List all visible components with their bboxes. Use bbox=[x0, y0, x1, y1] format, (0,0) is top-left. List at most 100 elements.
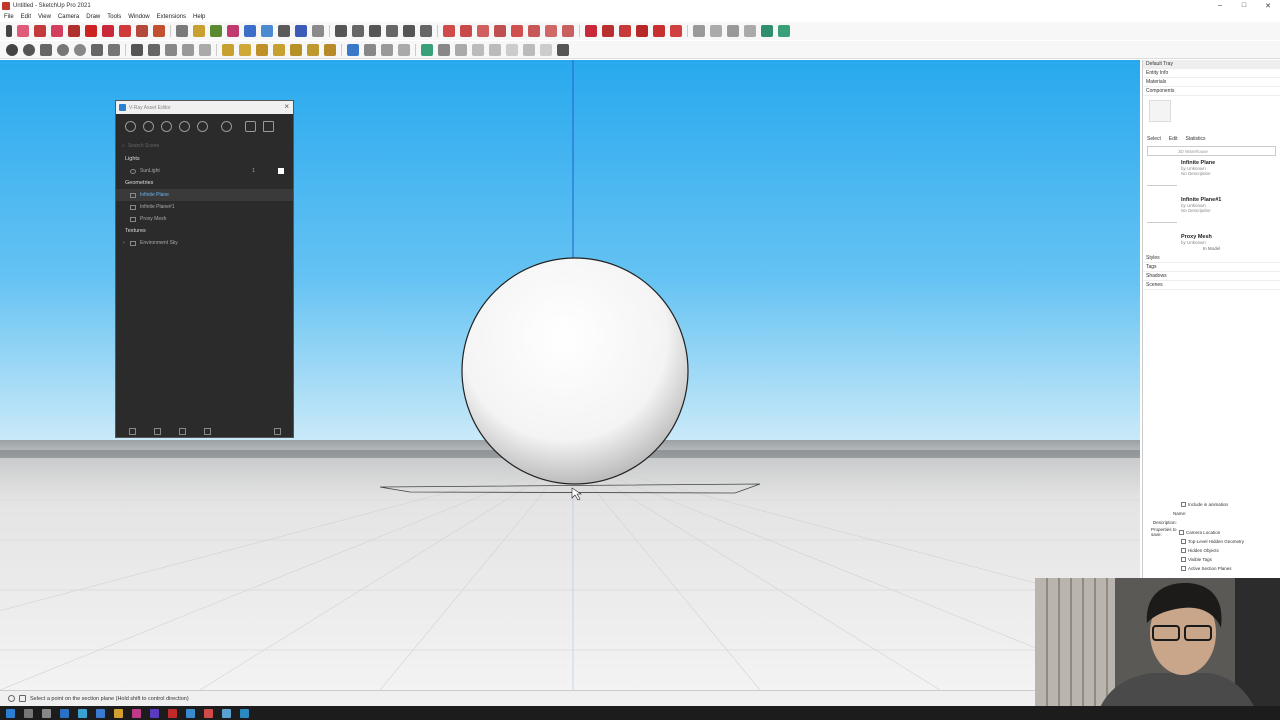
hidden-objects-checkbox[interactable] bbox=[1181, 548, 1186, 553]
sandbox-tool-icon[interactable] bbox=[460, 25, 472, 37]
app-icon[interactable] bbox=[186, 708, 195, 718]
trim-icon[interactable] bbox=[545, 25, 557, 37]
follow-me-tool-icon[interactable] bbox=[290, 43, 302, 56]
app-icon[interactable] bbox=[132, 708, 141, 718]
menu-extensions[interactable]: Extensions bbox=[157, 14, 186, 20]
drape-icon[interactable] bbox=[540, 43, 552, 56]
vray-asset-editor-icon[interactable] bbox=[636, 25, 648, 37]
geometry-icon[interactable] bbox=[161, 120, 172, 132]
union-icon[interactable] bbox=[511, 25, 523, 37]
explorer-icon[interactable] bbox=[60, 708, 69, 718]
front-view-icon[interactable] bbox=[369, 25, 381, 37]
section-plane-active-icon[interactable] bbox=[347, 43, 359, 56]
tab-statistics[interactable]: Statistics bbox=[1186, 136, 1206, 142]
close-icon[interactable]: × bbox=[284, 102, 289, 111]
menu-tools[interactable]: Tools bbox=[107, 14, 121, 20]
edge-icon[interactable] bbox=[78, 708, 87, 718]
zoom-tool-icon[interactable] bbox=[295, 25, 307, 37]
hidden-line-icon[interactable] bbox=[182, 43, 194, 56]
warehouse-icon[interactable] bbox=[421, 43, 433, 56]
panel-materials[interactable]: Materials bbox=[1143, 78, 1280, 87]
polygon-tool-icon[interactable] bbox=[273, 43, 285, 56]
sandbox-icon[interactable] bbox=[489, 43, 501, 56]
protractor-tool-icon[interactable] bbox=[307, 43, 319, 56]
light-toggle[interactable] bbox=[278, 168, 284, 174]
app-icon[interactable] bbox=[240, 708, 249, 718]
outer-shell-icon[interactable] bbox=[477, 25, 489, 37]
circle-tool-icon[interactable] bbox=[256, 43, 268, 56]
menu-help[interactable]: Help bbox=[193, 14, 205, 20]
geolocation-icon[interactable] bbox=[19, 695, 26, 702]
field-of-view-icon[interactable] bbox=[108, 43, 120, 56]
list-item-proxy-mesh[interactable]: Proxy Mesh bbox=[116, 213, 293, 225]
extension-warehouse-icon[interactable] bbox=[438, 43, 450, 56]
search-icon[interactable] bbox=[24, 708, 33, 718]
xray-icon[interactable] bbox=[131, 43, 143, 56]
app-icon[interactable] bbox=[150, 708, 159, 718]
position-camera-icon[interactable] bbox=[57, 43, 69, 56]
stamp-icon[interactable] bbox=[523, 43, 535, 56]
delete-icon[interactable] bbox=[204, 427, 211, 435]
refresh-icon[interactable] bbox=[129, 427, 136, 435]
next-view-icon[interactable] bbox=[91, 43, 103, 56]
vray-frame-buffer-icon[interactable] bbox=[619, 25, 631, 37]
lights-section-header[interactable]: Lights bbox=[116, 153, 293, 165]
close-button[interactable]: ✕ bbox=[1256, 0, 1280, 11]
display-section-icon[interactable] bbox=[398, 43, 410, 56]
folder-icon[interactable] bbox=[114, 708, 123, 718]
list-item-infinite-plane[interactable]: Infinite Plane bbox=[116, 189, 293, 201]
visible-tags-checkbox[interactable] bbox=[1181, 557, 1186, 562]
line-tool-icon[interactable] bbox=[222, 43, 234, 56]
smoove-icon[interactable] bbox=[506, 43, 518, 56]
task-view-icon[interactable] bbox=[42, 708, 51, 718]
info-icon[interactable] bbox=[8, 695, 15, 702]
vray-batch-icon[interactable] bbox=[670, 25, 682, 37]
iso-view-icon[interactable] bbox=[335, 25, 347, 37]
vray-light-ies-icon[interactable] bbox=[744, 25, 756, 37]
back-view-icon[interactable] bbox=[403, 25, 415, 37]
vray-proxy-icon[interactable] bbox=[761, 25, 773, 37]
menu-draw[interactable]: Draw bbox=[86, 14, 100, 20]
include-animation-checkbox[interactable] bbox=[1181, 502, 1186, 507]
extension-manager-icon[interactable] bbox=[472, 43, 484, 56]
lights-icon[interactable] bbox=[143, 120, 154, 132]
camera-location-checkbox[interactable] bbox=[1179, 529, 1184, 535]
list-item[interactable]: Infinite Plane by Unknown No Description bbox=[1143, 158, 1280, 195]
render-icon[interactable] bbox=[245, 120, 256, 132]
zoom-extents-icon[interactable] bbox=[312, 25, 324, 37]
maximize-button[interactable]: □ bbox=[1232, 0, 1256, 11]
panel-styles[interactable]: Styles bbox=[1143, 254, 1280, 263]
menu-file[interactable]: File bbox=[4, 14, 14, 20]
layers-icon[interactable] bbox=[179, 120, 190, 132]
axes-tool-icon[interactable] bbox=[324, 43, 336, 56]
vray-asset-editor-panel[interactable]: V-Ray Asset Editor × ⌕ Search Scene Ligh… bbox=[115, 100, 294, 438]
vray-infinite-plane-icon[interactable] bbox=[778, 25, 790, 37]
open-folder-icon[interactable] bbox=[154, 427, 161, 435]
start-icon[interactable] bbox=[6, 708, 15, 718]
3d-text-tool-icon[interactable] bbox=[227, 25, 239, 37]
list-item[interactable]: Infinite Plane#1 by Unknown No Descripti… bbox=[1143, 195, 1280, 232]
previous-view-icon[interactable] bbox=[74, 43, 86, 56]
freehand-tool-icon[interactable] bbox=[51, 25, 63, 37]
tab-edit[interactable]: Edit bbox=[1169, 136, 1178, 142]
section-planes-checkbox[interactable] bbox=[1181, 566, 1186, 571]
move-tool-icon[interactable] bbox=[102, 25, 114, 37]
text-tool-icon[interactable] bbox=[210, 25, 222, 37]
vray-render-icon[interactable] bbox=[585, 25, 597, 37]
solid-tools-icon[interactable] bbox=[443, 25, 455, 37]
vray-light-sphere-icon[interactable] bbox=[710, 25, 722, 37]
split-icon[interactable] bbox=[562, 25, 574, 37]
vray-cloud-icon[interactable] bbox=[653, 25, 665, 37]
app-icon[interactable] bbox=[204, 708, 213, 718]
materials-icon[interactable] bbox=[125, 120, 136, 132]
section-cuts-icon[interactable] bbox=[364, 43, 376, 56]
minimize-button[interactable]: – bbox=[1208, 0, 1232, 11]
back-edges-icon[interactable] bbox=[148, 43, 160, 56]
menu-view[interactable]: View bbox=[38, 14, 51, 20]
tab-select[interactable]: Select bbox=[1147, 136, 1161, 142]
wireframe-icon[interactable] bbox=[165, 43, 177, 56]
components-search-input[interactable]: 3D Warehouse bbox=[1147, 146, 1276, 156]
shaded-icon[interactable] bbox=[199, 43, 211, 56]
top-view-icon[interactable] bbox=[352, 25, 364, 37]
intersect-icon[interactable] bbox=[494, 25, 506, 37]
